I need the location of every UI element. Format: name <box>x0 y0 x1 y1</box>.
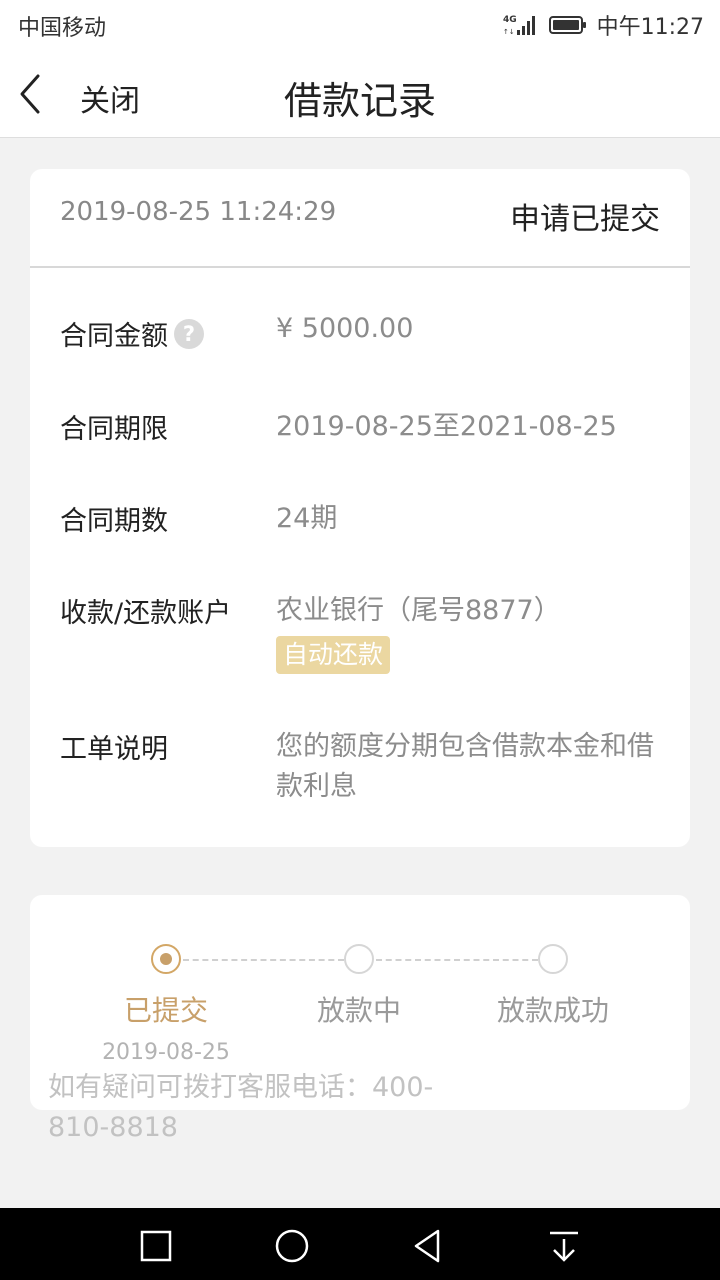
home-icon[interactable] <box>274 1228 310 1264</box>
step-label-disbursing: 放款中 <box>316 994 401 1027</box>
recent-apps-icon[interactable] <box>138 1228 174 1264</box>
step-connector <box>183 959 344 961</box>
carrier-name: 中国移动 <box>18 16 107 41</box>
notification-pull-icon[interactable] <box>546 1228 582 1264</box>
step-dot-disbursed <box>538 944 568 974</box>
clock: 中午11:27 <box>596 15 704 40</box>
battery-icon <box>548 16 586 34</box>
customer-service-text[interactable]: 如有疑问可拨打客服电话：400-810-8818 <box>48 1068 468 1148</box>
account-value: 农业银行（尾号8877） <box>276 595 561 626</box>
work-order-note-label: 工单说明 <box>60 734 168 765</box>
step-label-submitted: 已提交 <box>123 994 208 1027</box>
account-label: 收款/还款账户 <box>60 598 232 629</box>
step-connector <box>376 959 538 961</box>
loan-record-card: 2019-08-25 11:24:29 申请已提交 合同金额 ? ¥ 5000.… <box>30 169 690 847</box>
contract-amount-label-group: 合同金额 ? <box>60 314 204 353</box>
submit-time: 2019-08-25 11:24:29 <box>60 197 337 227</box>
signal-icon: 4G ↑↓ <box>503 15 535 36</box>
network-type-label: 4G <box>503 15 517 25</box>
step-dot-submitted <box>151 944 181 974</box>
auto-repay-badge: 自动还款 <box>276 636 391 674</box>
contract-term-label: 合同期限 <box>60 414 168 445</box>
contract-amount-label: 合同金额 <box>60 321 168 352</box>
step-date-submitted: 2019-08-25 <box>102 1040 230 1065</box>
status-text: 申请已提交 <box>510 202 660 237</box>
record-header: 2019-08-25 11:24:29 申请已提交 <box>30 169 690 268</box>
step-label-disbursed: 放款成功 <box>496 994 609 1027</box>
step-dot-disbursing <box>344 944 374 974</box>
help-icon[interactable]: ? <box>174 318 204 349</box>
system-nav-bar <box>0 1208 720 1280</box>
svg-text:↑↓: ↑↓ <box>503 28 515 36</box>
contract-term-value: 2019-08-25至2021-08-25 <box>276 411 617 442</box>
contract-periods-value: 24期 <box>276 503 338 534</box>
status-indicators: 4G ↑↓ 中午11:27 <box>503 10 704 40</box>
nav-bar: 关闭 借款记录 <box>0 50 720 138</box>
contract-periods-label: 合同期数 <box>60 506 168 537</box>
work-order-note-value: 您的额度分期包含借款本金和借款利息 <box>276 731 654 802</box>
status-bar: 中国移动 4G ↑↓ 中午11:27 <box>0 0 720 50</box>
page-title: 借款记录 <box>283 79 436 123</box>
back-icon[interactable] <box>410 1228 446 1264</box>
contract-amount-value: ¥ 5000.00 <box>276 313 414 344</box>
